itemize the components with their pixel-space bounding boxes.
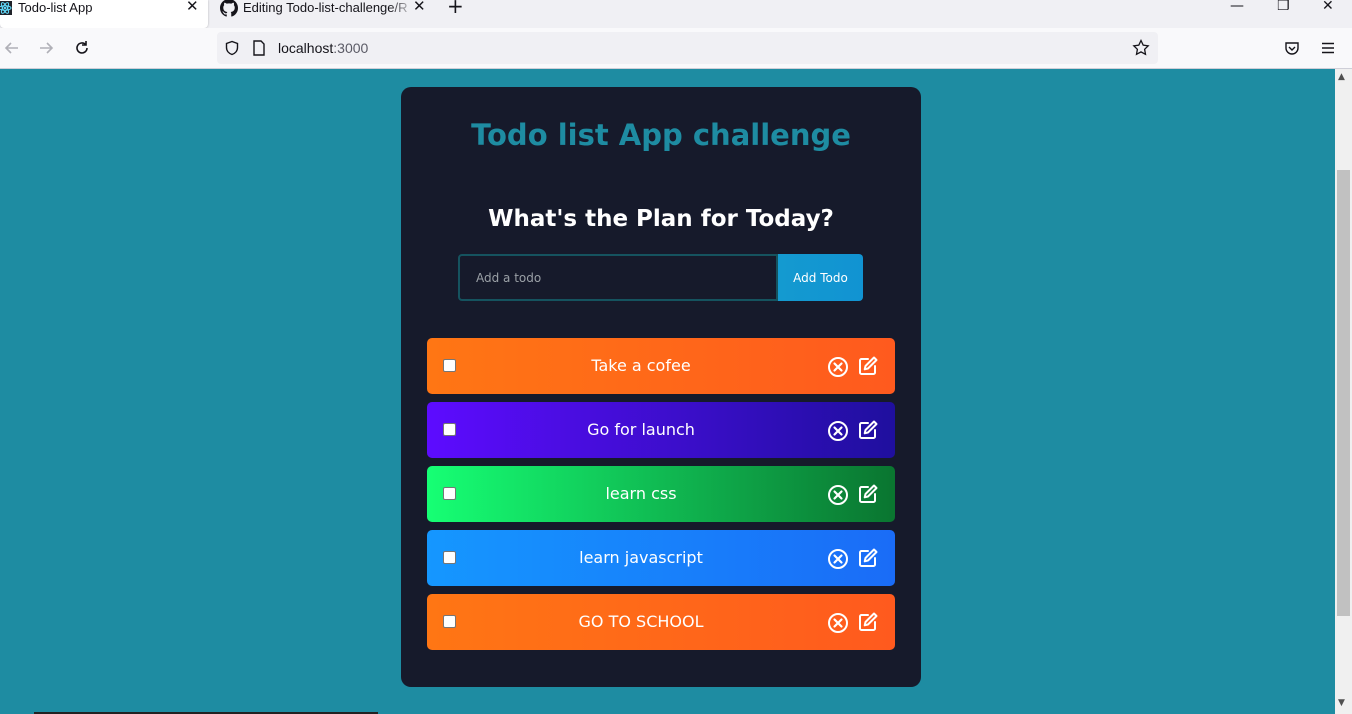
todo-text[interactable]: GO TO SCHOOL: [467, 612, 815, 632]
add-todo-button[interactable]: Add Todo: [778, 254, 863, 301]
delete-circle-x-icon[interactable]: [827, 356, 849, 378]
edit-pencil-icon[interactable]: [857, 547, 879, 569]
edit-pencil-icon[interactable]: [857, 611, 879, 633]
url-bar[interactable]: localhost:3000: [217, 32, 1158, 64]
close-tab-icon[interactable]: ✕: [186, 0, 199, 16]
delete-circle-x-icon[interactable]: [827, 420, 849, 442]
scroll-up-icon[interactable]: ▲: [1338, 72, 1345, 82]
browser-tab-bar: Todo-list App ✕ Editing Todo-list-challe…: [0, 0, 1352, 28]
reload-icon: [76, 41, 88, 54]
scrollbar-thumb[interactable]: [1337, 170, 1350, 616]
back-arrow-icon: [4, 42, 18, 54]
plan-heading: What's the Plan for Today?: [488, 206, 834, 232]
close-tab-icon[interactable]: ✕: [413, 0, 426, 16]
todo-text[interactable]: Go for launch: [467, 420, 815, 440]
todo-app-card: Todo list App challenge What's the Plan …: [401, 87, 921, 687]
github-icon: [220, 0, 238, 17]
pocket-button[interactable]: [1280, 36, 1304, 60]
delete-circle-x-icon[interactable]: [827, 612, 849, 634]
url-host: localhost: [278, 40, 334, 56]
tab-title: Todo-list App: [18, 0, 93, 15]
todo-checkbox[interactable]: [443, 551, 456, 564]
todo-checkbox[interactable]: [443, 615, 456, 628]
todo-text[interactable]: learn css: [467, 484, 815, 504]
shield-icon[interactable]: [224, 40, 240, 56]
page-icon[interactable]: [252, 40, 266, 56]
todo-item: GO TO SCHOOL: [427, 594, 895, 650]
minimize-icon[interactable]: —: [1230, 0, 1244, 14]
new-tab-button[interactable]: +: [447, 0, 464, 16]
menu-button[interactable]: [1316, 36, 1340, 60]
back-button[interactable]: [0, 36, 24, 60]
todo-checkbox[interactable]: [443, 359, 456, 372]
url-port: :3000: [333, 40, 369, 56]
todo-item: learn css: [427, 466, 895, 522]
todo-checkbox[interactable]: [443, 487, 456, 500]
reload-button[interactable]: [70, 36, 94, 60]
edit-pencil-icon[interactable]: [857, 355, 879, 377]
browser-nav-bar: localhost:3000: [0, 28, 1352, 69]
todo-item: Take a cofee: [427, 338, 895, 394]
todo-item: Go for launch: [427, 402, 895, 458]
tab-editing-todo-list[interactable]: Editing Todo-list-challenge/R ✕: [218, 0, 430, 28]
edit-pencil-icon[interactable]: [857, 419, 879, 441]
page-title: Todo list App challenge: [471, 118, 851, 152]
todo-text[interactable]: Take a cofee: [467, 356, 815, 376]
close-window-icon[interactable]: ✕: [1322, 0, 1334, 14]
delete-circle-x-icon[interactable]: [827, 484, 849, 506]
hamburger-menu-icon: [1322, 42, 1334, 54]
delete-circle-x-icon[interactable]: [827, 548, 849, 570]
edit-pencil-icon[interactable]: [857, 483, 879, 505]
tab-todo-list-app[interactable]: Todo-list App ✕: [0, 0, 208, 28]
forward-arrow-icon: [40, 42, 54, 54]
forward-button[interactable]: [34, 36, 58, 60]
restore-icon[interactable]: ❐: [1277, 0, 1290, 14]
tab-title: Editing Todo-list-challenge/R: [243, 0, 408, 15]
pocket-icon: [1285, 42, 1299, 55]
bookmark-star-icon[interactable]: [1132, 39, 1150, 57]
todo-item: learn javascript: [427, 530, 895, 586]
url-text: localhost:3000: [278, 40, 368, 56]
scroll-down-icon[interactable]: ▼: [1338, 698, 1345, 708]
todo-text[interactable]: learn javascript: [467, 548, 815, 568]
react-icon: [0, 1, 12, 15]
todo-input[interactable]: [458, 254, 778, 301]
todo-checkbox[interactable]: [443, 423, 456, 436]
